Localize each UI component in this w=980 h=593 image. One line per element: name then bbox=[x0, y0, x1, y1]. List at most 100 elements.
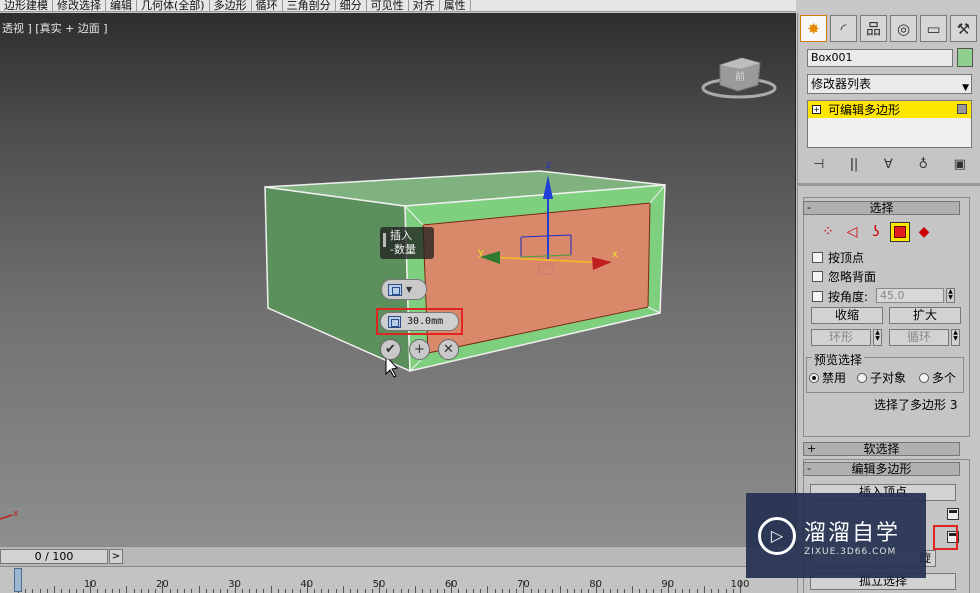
watermark-text: 溜溜自学 ZIXUE.3D66.COM bbox=[804, 515, 900, 557]
ribbon-tab-properties[interactable]: 属性 bbox=[440, 0, 471, 11]
track-bar[interactable]: 0102030405060708090100 bbox=[0, 566, 796, 593]
ignore-backfacing-checkbox[interactable] bbox=[812, 271, 823, 282]
preview-subobject-radio[interactable] bbox=[857, 372, 867, 383]
ribbon-tab-loops[interactable]: 循环 bbox=[252, 0, 283, 11]
edit-polygons-header[interactable]: - 编辑多边形 bbox=[803, 462, 960, 476]
by-vertex-label: 按顶点 bbox=[828, 251, 865, 265]
motion-icon[interactable]: ◎ bbox=[890, 15, 917, 42]
ruler-tick bbox=[696, 589, 698, 593]
selection-rollout-header[interactable]: - 选择 bbox=[803, 201, 960, 215]
remove-modifier-icon[interactable]: ♁ bbox=[918, 157, 928, 172]
soft-selection-header[interactable]: + 软选择 bbox=[803, 442, 960, 456]
stack-item-editable-poly[interactable]: + 可编辑多边形 bbox=[808, 101, 971, 118]
border-icon[interactable]: ʖ bbox=[866, 222, 886, 242]
time-thumb[interactable] bbox=[14, 568, 22, 592]
grow-button[interactable]: 扩大 bbox=[889, 307, 961, 324]
ruler-tick bbox=[624, 589, 626, 593]
ring-button[interactable]: 环形 bbox=[811, 329, 871, 346]
expand-icon: + bbox=[807, 442, 817, 455]
caddy-title: 插入 -数量 bbox=[380, 227, 434, 259]
ruler-tick bbox=[573, 589, 575, 593]
insert-mode-dropdown[interactable]: ▼ bbox=[381, 279, 427, 300]
preview-multi-option[interactable]: 多个 bbox=[919, 369, 956, 386]
chevron-down-icon: ▼ bbox=[962, 83, 969, 93]
preview-multi-radio[interactable] bbox=[919, 372, 929, 383]
display-icon[interactable]: ▭ bbox=[920, 15, 947, 42]
configure-sets-icon[interactable]: ▣ bbox=[954, 157, 966, 172]
object-color-swatch[interactable] bbox=[957, 48, 973, 67]
preview-disabled-option[interactable]: 禁用 bbox=[809, 369, 846, 386]
object-name-field[interactable]: Box001 bbox=[807, 49, 953, 67]
ribbon-tab-align[interactable]: 对齐 bbox=[409, 0, 440, 11]
settings-icon[interactable] bbox=[947, 508, 959, 520]
ribbon-tab-subdivision[interactable]: 细分 bbox=[336, 0, 367, 11]
ribbon-tab-polygons[interactable]: 多边形 bbox=[210, 0, 252, 11]
by-vertex-checkbox[interactable] bbox=[812, 252, 823, 263]
polygon-icon[interactable] bbox=[890, 222, 910, 242]
ruler-tick bbox=[638, 589, 640, 593]
ok-button[interactable]: ✔ bbox=[380, 339, 401, 360]
ruler-tick bbox=[169, 589, 171, 593]
ruler-tick bbox=[364, 589, 366, 593]
ruler-tick bbox=[321, 589, 323, 593]
ring-spinner[interactable]: ▲ ▼ bbox=[873, 329, 882, 346]
cancel-button[interactable]: ✕ bbox=[438, 339, 459, 360]
ruler-tick bbox=[422, 589, 424, 593]
play-logo-icon: ▷ bbox=[758, 516, 796, 555]
ruler-tick bbox=[249, 589, 251, 593]
apply-button[interactable]: + bbox=[409, 339, 430, 360]
modify-icon[interactable]: ◜ bbox=[830, 15, 857, 42]
modifier-list-dropdown[interactable]: 修改器列表 ▼ bbox=[807, 74, 972, 94]
ribbon-tab-poly-modeling[interactable]: 边形建模 bbox=[0, 0, 53, 11]
modifier-stack[interactable]: + 可编辑多边形 bbox=[807, 100, 972, 148]
angle-spinner[interactable]: ▲ ▼ bbox=[946, 288, 955, 303]
expand-icon[interactable]: + bbox=[812, 105, 821, 114]
insert-amount-value[interactable]: 30.0mm bbox=[407, 316, 443, 327]
edge-icon[interactable]: ◁ bbox=[842, 222, 862, 242]
ruler-tick bbox=[314, 589, 316, 593]
loop-button[interactable]: 循环 bbox=[889, 329, 949, 346]
box-object[interactable] bbox=[264, 170, 666, 373]
ruler-tick bbox=[126, 586, 128, 593]
ruler-tick bbox=[581, 589, 583, 593]
viewport-label[interactable]: 透视 ] [真实 + 边面 ] bbox=[2, 20, 108, 36]
create-icon[interactable]: ✸ bbox=[800, 15, 827, 42]
ignore-backfacing-row[interactable]: 忽略背面 bbox=[812, 268, 876, 285]
ruler-tick bbox=[277, 589, 279, 593]
ruler-tick bbox=[198, 586, 200, 593]
pin-stack-icon[interactable]: ⊣ bbox=[813, 157, 824, 172]
ribbon-tab-tris[interactable]: 三角剖分 bbox=[283, 0, 336, 11]
hierarchy-icon[interactable]: 品 bbox=[860, 15, 887, 42]
by-angle-row[interactable]: 按角度: bbox=[812, 288, 868, 305]
frame-display[interactable]: 0 / 100 bbox=[0, 549, 108, 564]
caddy-handle[interactable] bbox=[383, 233, 386, 247]
by-angle-checkbox[interactable] bbox=[812, 291, 823, 302]
utilities-icon[interactable]: ⚒ bbox=[950, 15, 977, 42]
preview-disabled-radio[interactable] bbox=[809, 372, 819, 383]
preview-subobject-option[interactable]: 子对象 bbox=[857, 369, 906, 386]
next-frame-button[interactable]: > bbox=[109, 549, 123, 564]
ribbon-tab-visibility[interactable]: 可见性 bbox=[367, 0, 409, 11]
make-unique-icon[interactable]: ∀ bbox=[884, 157, 893, 172]
ribbon-tab-edit[interactable]: 编辑 bbox=[106, 0, 137, 11]
shrink-button[interactable]: 收缩 bbox=[811, 307, 883, 324]
ruler-tick bbox=[357, 589, 359, 593]
ribbon-tab-modify-selection[interactable]: 修改选择 bbox=[53, 0, 106, 11]
by-vertex-row[interactable]: 按顶点 bbox=[812, 249, 864, 266]
show-end-result-icon[interactable]: ǀ| bbox=[850, 157, 858, 172]
ruler-tick bbox=[537, 589, 539, 593]
ruler-tick bbox=[342, 586, 344, 593]
time-slider[interactable]: 0 / 100 > bbox=[0, 546, 796, 566]
ruler-tick bbox=[545, 589, 547, 593]
preview-subobject-label: 子对象 bbox=[870, 371, 907, 385]
vertex-icon[interactable]: ⁘ bbox=[818, 222, 838, 242]
ribbon-tab-geometry[interactable]: 几何体(全部) bbox=[137, 0, 210, 11]
ribbon: 边形建模 修改选择 编辑 几何体(全部) 多边形 循环 三角剖分 细分 可见性 … bbox=[0, 0, 796, 12]
insert-amount-field[interactable]: 30.0mm bbox=[380, 312, 459, 331]
ruler-tick bbox=[407, 589, 409, 593]
loop-spinner[interactable]: ▲ ▼ bbox=[951, 329, 960, 346]
element-icon[interactable]: ◆ bbox=[914, 222, 934, 242]
angle-field[interactable]: 45.0 bbox=[876, 288, 944, 303]
ruler-label: 40 bbox=[300, 579, 314, 590]
viewcube[interactable]: 前 bbox=[701, 57, 777, 99]
